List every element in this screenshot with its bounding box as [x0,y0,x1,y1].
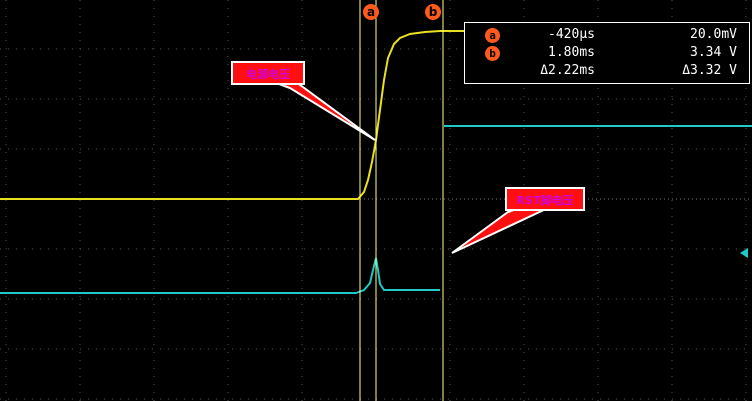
cursor-a-marker[interactable]: a [363,4,379,20]
readout-time-b: 1.80ms [548,45,595,60]
cursor-readout: a -420µs 20.0mV b 1.80ms 3.34 V Δ2.22ms … [464,22,750,84]
readout-time-delta: Δ2.22ms [540,63,595,78]
readout-row-a: a -420µs 20.0mV [465,27,749,45]
readout-voltage-b: 3.34 V [690,45,737,60]
callout-power-voltage: 电源电压 [231,61,376,141]
readout-voltage-a: 20.0mV [690,27,737,42]
readout-marker-a: a [485,28,500,43]
readout-row-delta: Δ2.22ms Δ3.32 V [465,63,749,81]
readout-time-a: -420µs [548,27,595,42]
cursor-b-marker[interactable]: b [425,4,441,20]
readout-row-b: b 1.80ms 3.34 V [465,45,749,63]
channel1-waveform [0,30,470,200]
cursor-a-label: a [367,5,375,19]
rst-voltage-label: RST脚电压 [517,193,574,207]
channel2-waveform-before [0,257,440,294]
readout-marker-b: b [485,46,500,61]
callout-rst-voltage: RST脚电压 [451,187,585,254]
readout-voltage-delta: Δ3.32 V [682,63,737,78]
power-voltage-label: 电源电压 [246,67,290,81]
cursor-b-label: b [429,5,438,19]
